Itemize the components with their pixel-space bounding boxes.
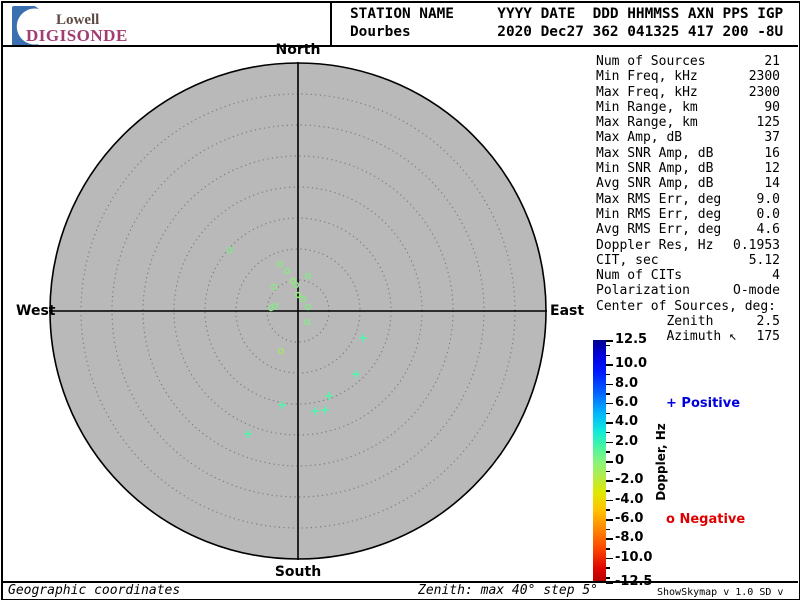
colorbar-tick-label: -10.0 bbox=[615, 550, 652, 565]
colorbar-major-tick bbox=[606, 364, 613, 366]
skymap-plot bbox=[0, 0, 800, 600]
footer-separator bbox=[2, 581, 798, 583]
colorbar-minor-tick bbox=[606, 490, 610, 492]
colorbar-minor-tick bbox=[606, 577, 610, 579]
colorbar-major-tick bbox=[606, 442, 613, 444]
colorbar-minor-tick bbox=[606, 548, 610, 550]
header-separator bbox=[2, 45, 798, 47]
colorbar-minor-tick bbox=[606, 393, 610, 395]
colorbar-minor-tick bbox=[606, 567, 610, 569]
colorbar-minor-tick bbox=[606, 471, 610, 473]
colorbar-major-tick bbox=[606, 558, 613, 560]
showskymap-window: Lowell DIGISONDE STATION NAME YYYY DATE … bbox=[0, 0, 800, 600]
compass-label-east: East bbox=[550, 303, 584, 319]
colorbar-tick-label: -2.0 bbox=[615, 473, 643, 488]
colorbar-tick-label: 12.5 bbox=[615, 332, 647, 347]
colorbar-minor-tick bbox=[606, 509, 610, 511]
colorbar-major-tick bbox=[606, 500, 613, 502]
colorbar-minor-tick bbox=[606, 451, 610, 453]
colorbar-minor-tick bbox=[606, 355, 610, 357]
colorbar-tick-label: 4.0 bbox=[615, 414, 638, 429]
header-divider-vertical bbox=[330, 2, 332, 46]
colorbar-major-tick bbox=[606, 422, 613, 424]
compass-label-west: West bbox=[16, 303, 55, 319]
colorbar-minor-tick bbox=[606, 529, 610, 531]
compass-label-south: South bbox=[275, 564, 321, 580]
colorbar-major-tick bbox=[606, 403, 613, 405]
colorbar-tick-label: -8.0 bbox=[615, 531, 643, 546]
doppler-colorbar bbox=[593, 340, 606, 582]
colorbar-tick-label: 6.0 bbox=[615, 395, 638, 410]
colorbar-major-tick bbox=[606, 384, 613, 386]
colorbar-tick-label: -6.0 bbox=[615, 511, 643, 526]
colorbar-minor-tick bbox=[606, 432, 610, 434]
colorbar-minor-tick bbox=[606, 374, 610, 376]
colorbar-tick-label: 8.0 bbox=[615, 376, 638, 391]
colorbar-major-tick bbox=[606, 461, 613, 463]
colorbar-major-tick bbox=[606, 480, 613, 482]
colorbar-major-tick bbox=[606, 340, 613, 342]
colorbar-minor-tick bbox=[606, 345, 610, 347]
colorbar-major-tick bbox=[606, 538, 613, 540]
colorbar-major-tick bbox=[606, 519, 613, 521]
colorbar-tick-label: 2.0 bbox=[615, 434, 638, 449]
colorbar-tick-label: 10.0 bbox=[615, 356, 647, 371]
colorbar-tick-label: -4.0 bbox=[615, 492, 643, 507]
colorbar-minor-tick bbox=[606, 413, 610, 415]
colorbar-tick-label: 0 bbox=[615, 453, 624, 468]
